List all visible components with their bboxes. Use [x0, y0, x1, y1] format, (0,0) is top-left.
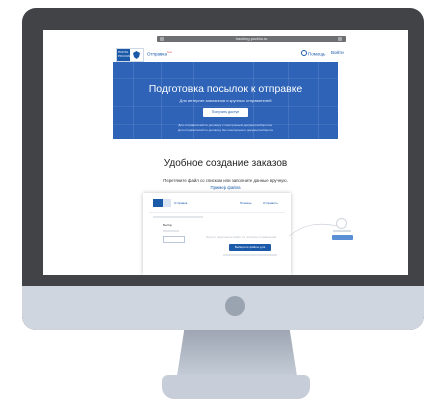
preview-value: [163, 230, 179, 232]
shelf-decoration: [113, 106, 338, 107]
monitor-stand-base: [162, 375, 310, 399]
monitor-stand-neck: [177, 330, 297, 376]
file-bubble-label: [333, 230, 351, 232]
file-bubble-icon: [336, 218, 347, 229]
monitor-screen: tracking.pochta.ru ПОЧТА РОССИИ Отправка…: [43, 30, 408, 275]
get-access-button[interactable]: Получить доступ: [203, 108, 248, 117]
brand-name[interactable]: Отправкаbeta: [147, 51, 172, 57]
example-file-link[interactable]: Пример файла: [113, 185, 338, 190]
monitor-chin: [22, 286, 424, 330]
preview-login: Отправить: [263, 201, 278, 205]
logo-text-2: РОССИИ: [118, 54, 131, 58]
brand-label: Отправка: [147, 51, 167, 57]
eagle-icon: [133, 51, 140, 59]
get-access-label: Получить доступ: [211, 110, 240, 114]
preview-eagle-icon: [163, 199, 171, 207]
site-header: ПОЧТА РОССИИ Отправкаbeta Помощь Войти: [113, 45, 344, 62]
preview-breadcrumb: [153, 216, 203, 218]
help-icon: [301, 50, 307, 56]
preview-hint: [223, 254, 277, 256]
preview-select: [163, 236, 185, 243]
browser-address-bar[interactable]: tracking.pochta.ru: [157, 36, 346, 42]
hero-title: Подготовка посылок к отправке: [148, 83, 303, 95]
app-preview-card: Отправка Помощь Отправить Выбор Просто п…: [143, 193, 291, 275]
preview-brand: Отправка: [174, 201, 188, 205]
hero-note-2: Для отправителей по договору без электро…: [178, 128, 273, 132]
side-action-button: [332, 235, 353, 240]
browser-url: tracking.pochta.ru: [235, 36, 268, 41]
hero-note-1: Для отправителей по договору с электронн…: [178, 123, 273, 127]
logo-badge: ПОЧТА РОССИИ: [117, 49, 131, 61]
help-link[interactable]: Помощь: [301, 50, 325, 57]
pochta-logo[interactable]: ПОЧТА РОССИИ: [116, 48, 144, 62]
shelf-decoration: [113, 78, 338, 79]
beta-badge: beta: [166, 51, 172, 54]
section-title: Удобное создание заказов: [163, 158, 288, 169]
hero-subtitle: Для интернет-магазинов и крупных отправи…: [179, 98, 272, 103]
help-label: Помощь: [308, 51, 326, 57]
section-subtitle: Перетяните файл со списком или заполните…: [163, 178, 288, 183]
preview-divider: [149, 212, 285, 213]
login-link[interactable]: Войти: [331, 50, 344, 55]
hero-banner: Подготовка посылок к отправке Для интерн…: [113, 62, 338, 139]
preview-drop-text: Просто перетяните файл со списком отправ…: [206, 235, 277, 239]
preview-upload-button: Выберите файлы для загрузки: [229, 244, 271, 256]
preview-help: Помощь: [240, 201, 252, 205]
preview-label: Выбор: [163, 223, 173, 227]
power-button-icon: [225, 296, 245, 316]
